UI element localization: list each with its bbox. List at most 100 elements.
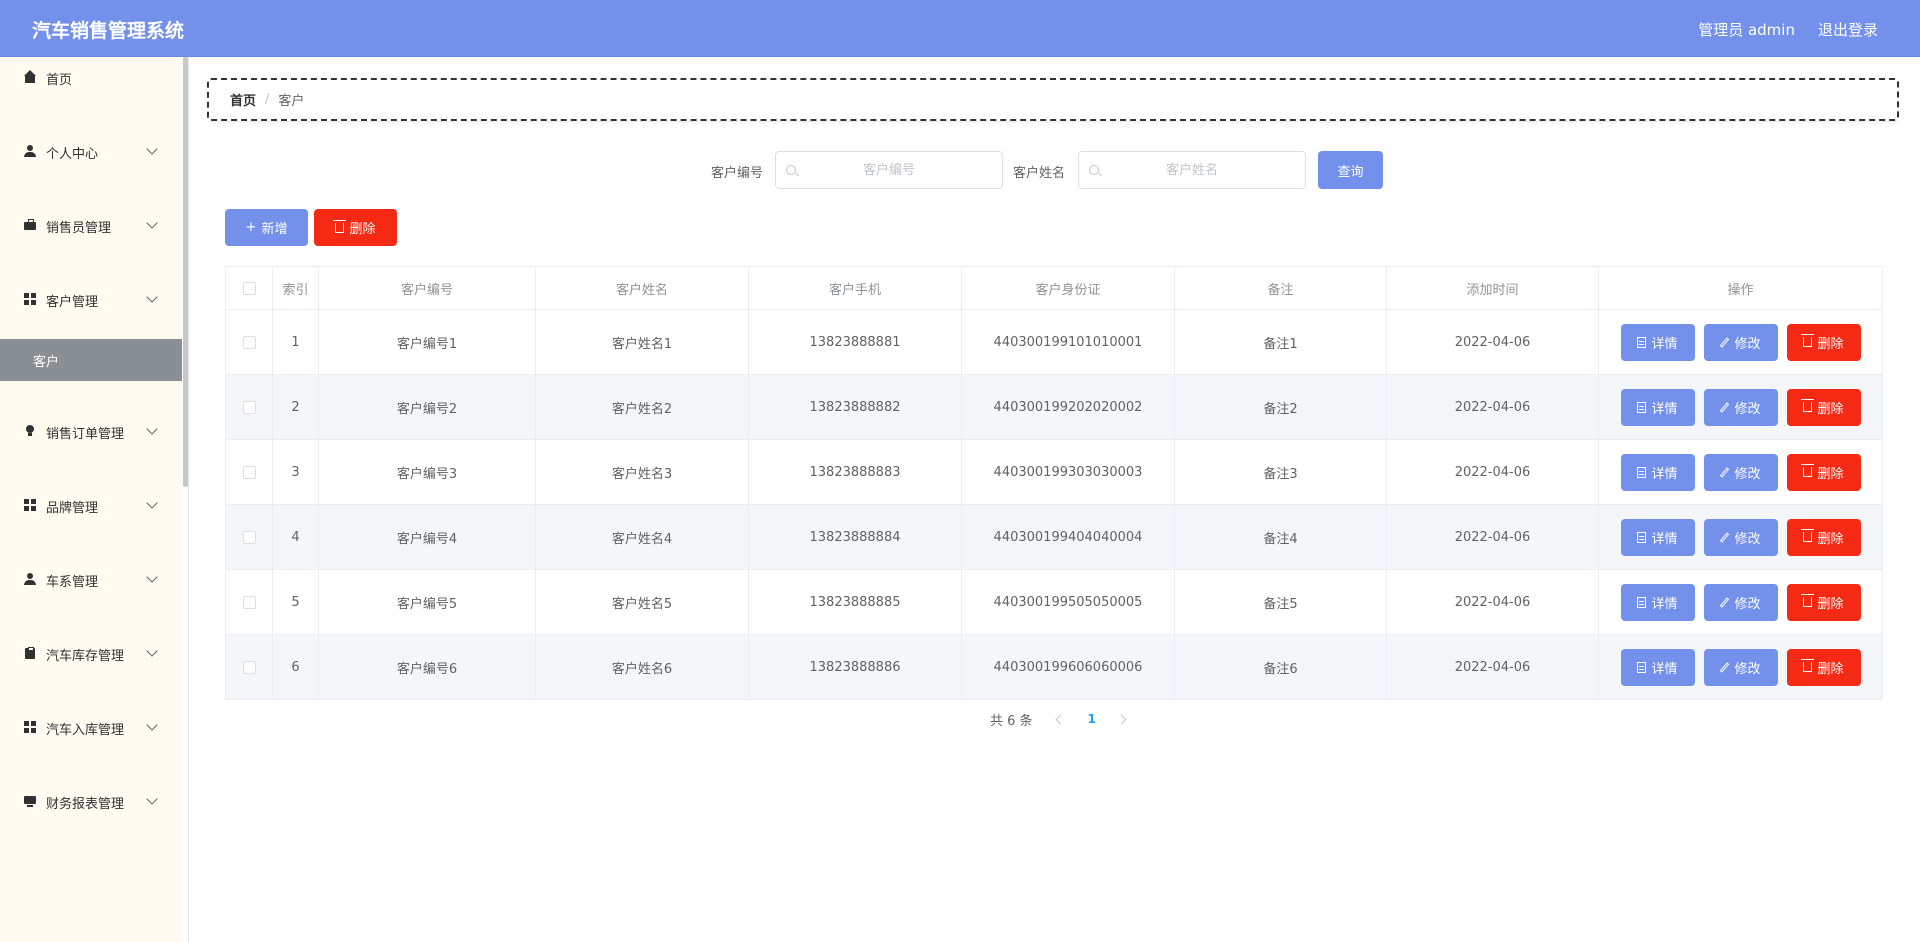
customer-code-field[interactable]: [775, 151, 1003, 189]
detail-label: 详情: [1651, 661, 1678, 677]
user-icon: [24, 573, 36, 585]
sidebar-item-home[interactable]: 首页: [0, 57, 182, 131]
time-cell: 2022-04-06: [1386, 504, 1599, 570]
detail-button[interactable]: 详情: [1620, 388, 1695, 426]
delete-button[interactable]: 删除: [1786, 323, 1861, 361]
delete-button[interactable]: 删除: [1786, 518, 1861, 556]
delete-button[interactable]: 删除: [1786, 388, 1861, 426]
sidebar-item-stock-in[interactable]: 汽车入库管理: [0, 707, 182, 781]
customer-name-field[interactable]: [1078, 151, 1306, 189]
name-cell: 客户姓名4: [535, 504, 749, 570]
name-cell: 客户姓名6: [535, 634, 749, 700]
col-id-card: 客户身份证: [961, 266, 1175, 310]
phone-cell: 13823888881: [748, 309, 962, 375]
select-all-checkbox[interactable]: [242, 281, 256, 295]
row-checkbox[interactable]: [242, 595, 256, 609]
edit-button[interactable]: 修改: [1703, 388, 1778, 426]
sidebar-divider: [188, 57, 189, 942]
col-note: 备注: [1174, 266, 1387, 310]
sidebar-item-series[interactable]: 车系管理: [0, 559, 182, 633]
name-cell: 客户姓名5: [535, 569, 749, 635]
id-card-cell: 440300199202020002: [961, 374, 1175, 440]
col-name: 客户姓名: [535, 266, 749, 310]
delete-label: 删除: [1817, 466, 1844, 482]
row-checkbox[interactable]: [242, 530, 256, 544]
sidebar-item-brand[interactable]: 品牌管理: [0, 485, 182, 559]
pagination: 共 6 条 1: [990, 709, 1127, 729]
breadcrumb-current: 客户: [278, 94, 305, 109]
name-cell: 客户姓名2: [535, 374, 749, 440]
chevron-left-icon[interactable]: [1055, 714, 1065, 724]
grid-icon: [24, 721, 36, 733]
delete-label: 删除: [1817, 661, 1844, 677]
chevron-down-icon: [146, 497, 158, 509]
index-cell: 6: [272, 634, 319, 700]
edit-icon: [1720, 401, 1730, 413]
time-cell: 2022-04-06: [1386, 309, 1599, 375]
actions-cell: 详情 修改 删除: [1598, 634, 1883, 700]
row-actions: 详情 修改 删除: [1599, 323, 1882, 361]
table-row: 2 客户编号2 客户姓名2 13823888882 440300199202020002…: [225, 374, 1883, 440]
detail-button[interactable]: 详情: [1620, 648, 1695, 686]
time-cell: 2022-04-06: [1386, 374, 1599, 440]
briefcase-icon: [24, 219, 36, 231]
index-cell: 4: [272, 504, 319, 570]
row-checkbox[interactable]: [242, 465, 256, 479]
delete-label: 删除: [1817, 401, 1844, 417]
query-button[interactable]: 查询: [1318, 151, 1383, 189]
chevron-down-icon: [146, 571, 158, 583]
detail-button[interactable]: 详情: [1620, 583, 1695, 621]
col-phone: 客户手机: [748, 266, 962, 310]
edit-button[interactable]: 修改: [1703, 518, 1778, 556]
actions-cell: 详情 修改 删除: [1598, 374, 1883, 440]
breadcrumb-separator: /: [265, 92, 270, 107]
sidebar-subitem-customer[interactable]: 客户: [0, 339, 182, 381]
delete-button[interactable]: 删除: [1786, 453, 1861, 491]
add-button[interactable]: + 新增: [225, 209, 308, 246]
edit-button[interactable]: 修改: [1703, 323, 1778, 361]
sidebar-item-profile[interactable]: 个人中心: [0, 131, 182, 205]
delete-button[interactable]: 删除: [1786, 648, 1861, 686]
chevron-right-icon[interactable]: [1116, 714, 1127, 724]
breadcrumb-home[interactable]: 首页: [230, 90, 256, 109]
trash-icon: [1801, 334, 1815, 347]
bulb-icon: [24, 425, 36, 437]
customer-code-input[interactable]: [776, 152, 1002, 188]
detail-button[interactable]: 详情: [1620, 453, 1695, 491]
delete-button[interactable]: 删除: [1786, 583, 1861, 621]
document-icon: [1637, 401, 1647, 413]
sidebar-item-label: 车系管理: [46, 575, 99, 590]
sidebar-item-salesperson[interactable]: 销售员管理: [0, 205, 182, 279]
edit-button[interactable]: 修改: [1703, 453, 1778, 491]
sidebar-item-finance[interactable]: 财务报表管理: [0, 781, 182, 855]
sidebar-item-label: 品牌管理: [46, 501, 99, 516]
code-cell: 客户编号1: [318, 309, 536, 375]
sidebar-item-sales-order[interactable]: 销售订单管理: [0, 411, 182, 485]
row-checkbox[interactable]: [242, 335, 256, 349]
note-cell: 备注1: [1174, 309, 1387, 375]
edit-button[interactable]: 修改: [1703, 648, 1778, 686]
sidebar-item-inventory[interactable]: 汽车库存管理: [0, 633, 182, 707]
row-checkbox[interactable]: [242, 400, 256, 414]
user-label: 管理员 admin: [1698, 21, 1795, 39]
time-cell: 2022-04-06: [1386, 439, 1599, 505]
detail-button[interactable]: 详情: [1620, 323, 1695, 361]
table-row: 3 客户编号3 客户姓名3 13823888883 440300199303030003…: [225, 439, 1883, 505]
index-cell: 2: [272, 374, 319, 440]
row-checkbox[interactable]: [242, 660, 256, 674]
select-all-cell: [225, 266, 273, 310]
select-cell: [225, 374, 273, 440]
sidebar-item-label: 客户管理: [46, 295, 99, 310]
detail-label: 详情: [1651, 596, 1678, 612]
chevron-down-icon: [146, 143, 158, 155]
edit-button[interactable]: 修改: [1703, 583, 1778, 621]
detail-button[interactable]: 详情: [1620, 518, 1695, 556]
code-cell: 客户编号3: [318, 439, 536, 505]
logout-link[interactable]: 退出登录: [1818, 19, 1878, 40]
edit-label: 修改: [1734, 661, 1761, 677]
customer-name-input[interactable]: [1079, 152, 1305, 188]
batch-delete-button[interactable]: 删除: [314, 209, 397, 246]
pagination-page[interactable]: 1: [1088, 712, 1096, 726]
select-cell: [225, 569, 273, 635]
sidebar-item-customer[interactable]: 客户管理: [0, 279, 182, 339]
